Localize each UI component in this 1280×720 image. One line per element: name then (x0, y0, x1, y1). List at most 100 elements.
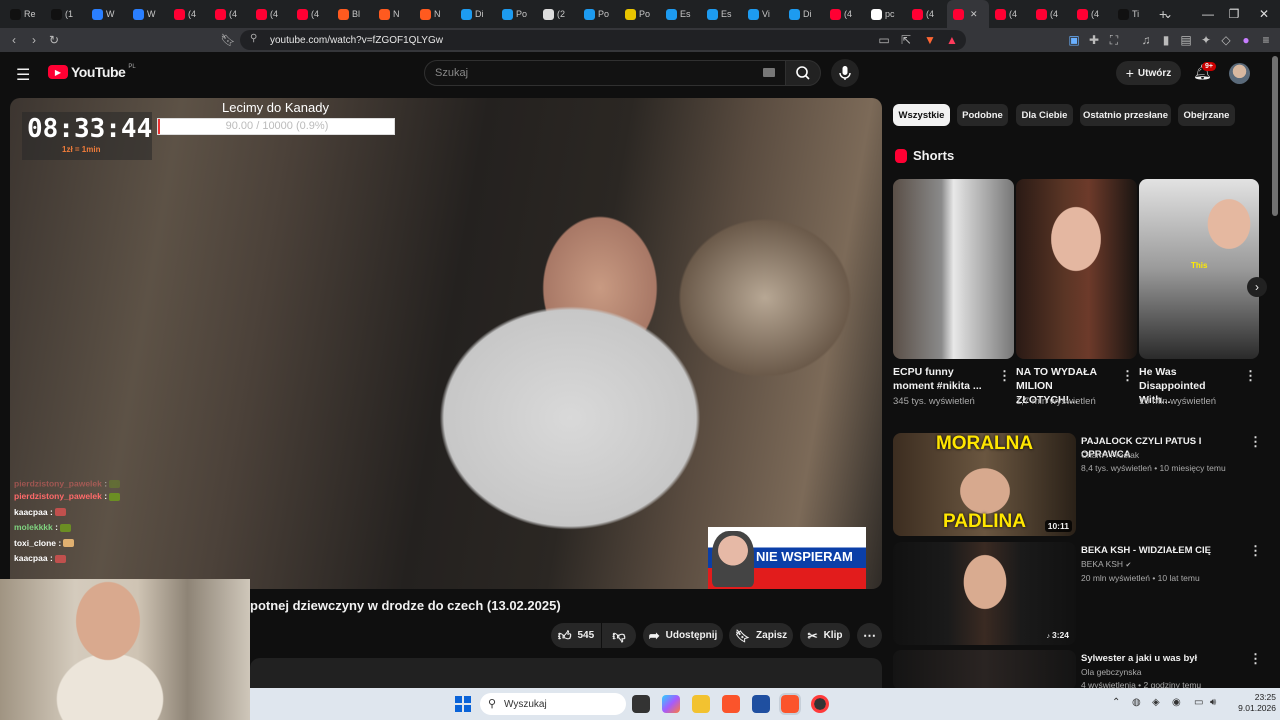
rec-channel-2[interactable]: BEKA KSH ✔ (1081, 559, 1131, 569)
volume-icon[interactable]: 🔊︎ (1210, 697, 1216, 708)
cast-icon[interactable]: ▭ (876, 32, 892, 48)
address-bar[interactable]: ⚲ youtube.com/watch?v=fZGOF1QLYGw (240, 30, 966, 50)
browser-tab[interactable]: Vi (742, 0, 783, 28)
rec-title-2[interactable]: BEKA KSH - WIDZIAŁEM CIĘ (1081, 544, 1241, 557)
rec-2-more-icon[interactable]: ⋮ (1249, 543, 1262, 559)
brave-browser-icon[interactable] (722, 695, 740, 713)
browser-tab[interactable]: (4 (250, 0, 291, 28)
tray-app2-icon[interactable]: ◉ (1172, 697, 1181, 708)
browser-tab[interactable]: Re (4, 0, 45, 28)
clip-button[interactable]: ✂ Klip (800, 623, 850, 648)
short-1-more-icon[interactable]: ⋮ (998, 368, 1011, 384)
shorts-next-chevron-icon[interactable]: › (1247, 277, 1267, 297)
browser-tab[interactable]: Po (578, 0, 619, 28)
browser-tab[interactable]: (4 (989, 0, 1030, 28)
filter-chip[interactable]: Podobne (957, 104, 1008, 126)
site-info-icon[interactable]: ⚲ (250, 33, 257, 44)
browser-tab[interactable]: (4 (906, 0, 947, 28)
account-avatar[interactable] (1229, 63, 1250, 84)
menu-icon[interactable]: ≡ (1258, 32, 1274, 48)
browser-tab[interactable]: N (414, 0, 455, 28)
browser-tab[interactable]: Es (701, 0, 742, 28)
keyboard-icon[interactable] (763, 68, 775, 77)
reload-icon[interactable]: ↻ (46, 32, 62, 48)
sidebar-icon[interactable]: ▮ (1158, 32, 1174, 48)
save-button[interactable]: 🔖︎ Zapisz (729, 623, 793, 648)
browser-tab[interactable]: pc (865, 0, 906, 28)
extensions-icon[interactable]: ✚ (1086, 32, 1102, 48)
browser-tab[interactable]: (4 (168, 0, 209, 28)
like-button[interactable]: 👍︎ 545 (551, 623, 601, 648)
browser-tab[interactable]: Bl (332, 0, 373, 28)
short-thumbnail-1[interactable] (893, 179, 1014, 359)
browser-tab[interactable]: Po (619, 0, 660, 28)
copilot-icon[interactable] (662, 695, 680, 713)
hamburger-menu-icon[interactable]: ☰ (16, 65, 30, 85)
more-actions-button[interactable]: ⋯ (857, 623, 882, 648)
filter-chip[interactable]: Wszystkie (893, 104, 950, 126)
obs-icon[interactable] (811, 695, 829, 713)
voice-search-button[interactable] (831, 59, 859, 87)
browser-tab[interactable]: (4 (1030, 0, 1071, 28)
rec-channel-3[interactable]: Ola gebczynska (1081, 667, 1141, 677)
rec-thumbnail-2[interactable]: ♪ 3:24 (893, 542, 1076, 645)
rec-channel-1[interactable]: Cham i Prostak (1081, 450, 1139, 460)
search-button[interactable] (785, 60, 821, 86)
rec-1-more-icon[interactable]: ⋮ (1249, 434, 1262, 450)
rec-3-more-icon[interactable]: ⋮ (1249, 651, 1262, 667)
create-button[interactable]: + Utwórz (1116, 61, 1181, 85)
rec-thumbnail-1[interactable]: MORALNA PADLINA 10:11 (893, 433, 1076, 536)
brave-rewards-icon[interactable]: ▲ (944, 32, 960, 48)
back-icon[interactable]: ‹ (6, 32, 22, 48)
dislike-button[interactable]: 👎︎ (602, 623, 636, 648)
browser-tab[interactable]: N (373, 0, 414, 28)
taskbar-search[interactable]: ⚲ Wyszukaj (480, 693, 626, 715)
brave-active-icon[interactable] (779, 693, 801, 715)
tray-overflow-icon[interactable]: ⌃ (1112, 697, 1120, 708)
short-3-more-icon[interactable]: ⋮ (1244, 368, 1257, 384)
wallet-icon[interactable]: ▤ (1178, 32, 1194, 48)
browser-tab[interactable]: W (86, 0, 127, 28)
task-view-icon[interactable] (632, 695, 650, 713)
short-title-1[interactable]: ECPU funny moment #nikita ... (893, 365, 993, 393)
browser-tab[interactable]: Di (455, 0, 496, 28)
extension-icon[interactable]: ⛶ (1106, 32, 1122, 48)
forward-icon[interactable]: › (26, 32, 42, 48)
tray-app-icon[interactable]: ◍ (1132, 697, 1141, 708)
browser-tab[interactable]: (4 (209, 0, 250, 28)
browser-tab[interactable]: Po (496, 0, 537, 28)
leo-icon[interactable]: ✦ (1198, 32, 1214, 48)
filter-chip[interactable]: Ostatnio przesłane (1080, 104, 1171, 126)
extension-new-icon[interactable]: ▣ (1066, 32, 1082, 48)
rec-title-3[interactable]: Sylwester a jaki u was był (1081, 652, 1241, 665)
share-button[interactable]: ➦ Udostępnij (643, 623, 723, 648)
tab-close-icon[interactable]: ✕ (970, 9, 978, 20)
short-thumbnail-2[interactable] (1016, 179, 1137, 359)
browser-tab[interactable]: Di (783, 0, 824, 28)
short-thumbnail-3[interactable]: This (1139, 179, 1259, 359)
media-icon[interactable]: ♫ (1138, 32, 1154, 48)
share-page-icon[interactable]: ⇱ (898, 32, 914, 48)
filter-chip[interactable]: Obejrzane (1178, 104, 1235, 126)
browser-tab[interactable]: ✕ (947, 0, 989, 28)
browser-tab[interactable]: (4 (291, 0, 332, 28)
browser-tab[interactable]: Es (660, 0, 701, 28)
tray-vpn-icon[interactable]: ◈ (1152, 697, 1160, 708)
file-explorer-icon[interactable] (692, 695, 710, 713)
vpn-icon[interactable]: ◇ (1218, 32, 1234, 48)
filter-chip[interactable]: Dla Ciebie (1016, 104, 1073, 126)
search-input[interactable]: Szukaj (424, 60, 786, 86)
bookmark-icon[interactable]: 🔖︎ (220, 32, 236, 48)
wifi-icon[interactable]: ▭ (1194, 697, 1203, 708)
youtube-logo[interactable]: ▶ YouTube PL (48, 64, 136, 80)
rec-thumbnail-3[interactable] (893, 650, 1076, 690)
browser-tab[interactable]: (2 (537, 0, 578, 28)
browser-tab[interactable]: (4 (824, 0, 865, 28)
short-2-more-icon[interactable]: ⋮ (1121, 368, 1134, 384)
windows-start-icon[interactable] (455, 696, 471, 712)
page-scrollbar[interactable] (1272, 56, 1278, 216)
browser-tab[interactable]: (4 (1071, 0, 1112, 28)
browser-tab[interactable]: (1 (45, 0, 86, 28)
tab-search-icon[interactable]: ⌄ (1150, 0, 1186, 28)
taskbar-clock[interactable]: 23:25 9.01.2026 (1226, 692, 1276, 714)
